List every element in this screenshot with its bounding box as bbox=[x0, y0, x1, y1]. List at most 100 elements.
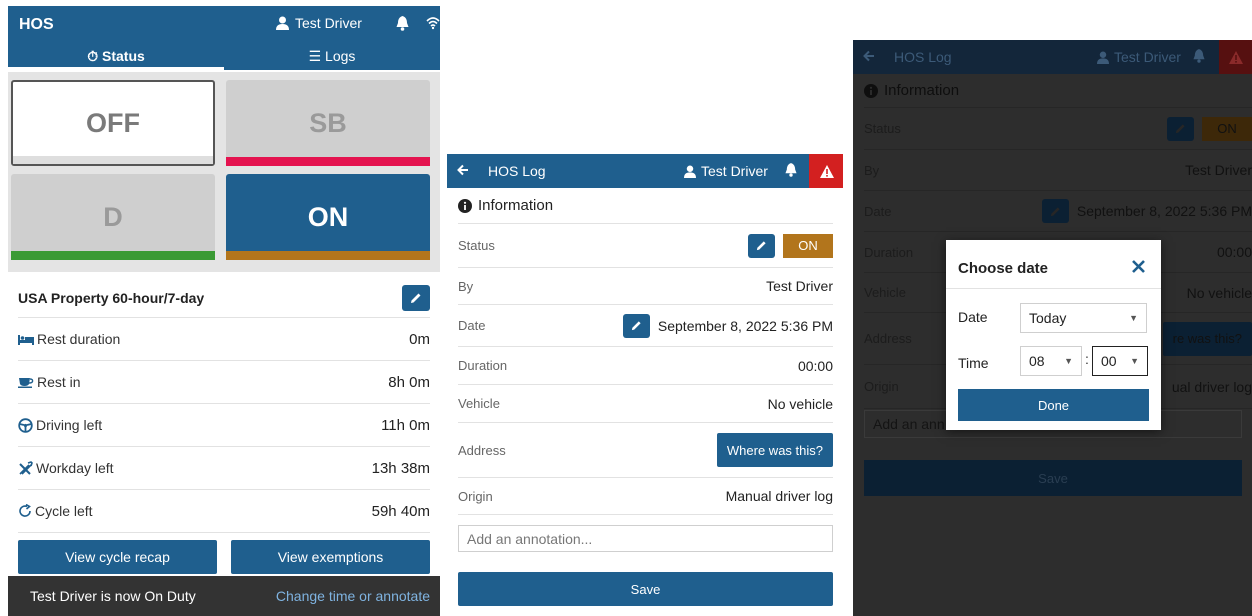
chevron-down-icon: ▼ bbox=[1064, 356, 1073, 366]
status-d-button[interactable]: D bbox=[11, 174, 215, 260]
list-item: Workday left 13h 38m bbox=[18, 447, 430, 490]
origin-value: ual driver log bbox=[1171, 378, 1252, 395]
information-section: Information bbox=[458, 188, 833, 224]
alert-button[interactable] bbox=[809, 154, 843, 188]
tools-icon bbox=[19, 460, 33, 475]
by-label: By bbox=[864, 162, 880, 178]
date-value: September 8, 2022 5:36 PM bbox=[657, 317, 833, 334]
where-was-this-button[interactable]: Where was this? bbox=[716, 433, 833, 467]
info-icon bbox=[864, 83, 878, 98]
date-select[interactable]: Today ▼ bbox=[1020, 303, 1147, 333]
status-badge: ON bbox=[783, 233, 833, 258]
user-menu[interactable]: Test Driver bbox=[276, 15, 362, 31]
cycle-left-value: 59h 40m bbox=[371, 502, 430, 520]
origin-label: Origin bbox=[864, 379, 899, 394]
edit-ruleset-button[interactable] bbox=[402, 284, 430, 311]
list-item: Rest duration 0m bbox=[18, 318, 430, 361]
save-button[interactable]: Save bbox=[458, 572, 833, 606]
bell-icon[interactable] bbox=[785, 163, 797, 180]
close-icon[interactable] bbox=[1132, 260, 1145, 278]
date-row: Date September 8, 2022 5:36 PM bbox=[864, 191, 1252, 232]
status-off-label: OFF bbox=[86, 107, 140, 138]
user-menu: Test Driver bbox=[1097, 49, 1181, 65]
address-label: Address bbox=[458, 442, 506, 458]
duration-label: Duration bbox=[864, 244, 914, 260]
rest-in-label: Rest in bbox=[37, 374, 81, 390]
status-off-button[interactable]: OFF bbox=[11, 80, 215, 166]
status-sb-bar bbox=[226, 157, 430, 166]
status-sb-button[interactable]: SB bbox=[226, 80, 430, 166]
section-title: Information bbox=[478, 197, 554, 214]
duration-value: 00:00 bbox=[1216, 244, 1252, 260]
status-off-bar bbox=[13, 156, 213, 164]
status-label: Status bbox=[864, 121, 901, 136]
status-d-bar bbox=[11, 251, 215, 260]
hos-clocks-list: Rest duration 0m Rest in 8h 0m Driving l… bbox=[18, 318, 430, 533]
status-on-label: ON bbox=[307, 201, 349, 232]
address-label: Address bbox=[864, 331, 912, 346]
edit-date-button[interactable] bbox=[622, 313, 650, 338]
user-icon bbox=[1097, 51, 1109, 64]
origin-label: Origin bbox=[458, 488, 493, 504]
dialog-divider bbox=[946, 288, 1161, 289]
vehicle-label: Vehicle bbox=[864, 285, 906, 300]
status-label: Status bbox=[458, 238, 495, 253]
cycle-icon bbox=[19, 504, 31, 517]
view-exemptions-button[interactable]: View exemptions bbox=[231, 540, 430, 574]
origin-row: Origin Manual driver log bbox=[458, 478, 833, 515]
back-arrow-icon[interactable] bbox=[457, 163, 469, 179]
bell-icon bbox=[1193, 49, 1205, 66]
log-title: HOS Log bbox=[894, 49, 952, 65]
edit-status-button[interactable] bbox=[748, 233, 775, 258]
chevron-down-icon: ▼ bbox=[1129, 313, 1138, 323]
date-label: Date bbox=[458, 318, 486, 333]
rest-duration-value: 0m bbox=[409, 330, 430, 348]
date-label: Date bbox=[864, 203, 892, 219]
duty-status-grid: OFF SB D ON bbox=[8, 72, 440, 272]
change-time-link[interactable]: Change time or annotate bbox=[276, 588, 430, 604]
status-on-bar bbox=[226, 251, 430, 260]
ruleset-name: USA Property 60-hour/7-day bbox=[18, 289, 205, 306]
user-name: Test Driver bbox=[295, 15, 362, 31]
status-sb-label: SB bbox=[309, 107, 347, 138]
minute-select[interactable]: 00 ▼ bbox=[1092, 346, 1148, 376]
ruleset-row: USA Property 60-hour/7-day bbox=[18, 278, 430, 318]
workday-left-value: 13h 38m bbox=[371, 459, 430, 477]
address-row: Address Where was this? bbox=[458, 423, 833, 478]
bell-icon[interactable] bbox=[396, 16, 409, 36]
app-title: HOS bbox=[19, 16, 54, 33]
where-was-this-button: re was this? bbox=[1162, 321, 1252, 356]
back-arrow-icon bbox=[863, 49, 875, 65]
section-title: Information bbox=[884, 82, 960, 99]
status-d-label: D bbox=[103, 201, 123, 232]
list-item: Rest in 8h 0m bbox=[18, 361, 430, 404]
date-value: September 8, 2022 5:36 PM bbox=[1076, 203, 1252, 219]
date-label: Date bbox=[958, 309, 988, 325]
hour-select[interactable]: 08 ▼ bbox=[1020, 346, 1082, 376]
vehicle-row: Vehicle No vehicle bbox=[458, 385, 833, 423]
edit-status-button bbox=[1167, 116, 1194, 141]
done-button[interactable]: Done bbox=[958, 389, 1149, 421]
user-name: Test Driver bbox=[1114, 49, 1181, 65]
driving-left-label: Driving left bbox=[36, 417, 103, 433]
tab-status[interactable]: ⏱ Status bbox=[8, 44, 224, 70]
by-value: Test Driver bbox=[1185, 162, 1252, 178]
log-title: HOS Log bbox=[488, 163, 546, 179]
annotation-input[interactable]: Add an annotation... bbox=[458, 525, 833, 552]
chevron-down-icon: ▼ bbox=[1130, 356, 1139, 366]
log-details: Status ON By Test Driver Date September … bbox=[458, 224, 833, 515]
toast-message: Test Driver is now On Duty bbox=[30, 588, 196, 604]
coffee-icon bbox=[18, 378, 34, 388]
status-on-button[interactable]: ON bbox=[226, 174, 430, 260]
vehicle-value: No vehicle bbox=[767, 395, 833, 412]
by-value: Test Driver bbox=[766, 278, 833, 294]
user-menu[interactable]: Test Driver bbox=[684, 163, 768, 179]
tab-logs[interactable]: ☰ Logs bbox=[224, 44, 440, 70]
log-header: HOS Log Test Driver bbox=[447, 154, 843, 188]
wifi-icon bbox=[426, 16, 440, 35]
pencil-icon bbox=[756, 241, 766, 251]
workday-left-label: Workday left bbox=[36, 460, 114, 476]
view-cycle-recap-button[interactable]: View cycle recap bbox=[18, 540, 217, 574]
duration-row: Duration 00:00 bbox=[458, 347, 833, 385]
by-label: By bbox=[458, 278, 474, 294]
